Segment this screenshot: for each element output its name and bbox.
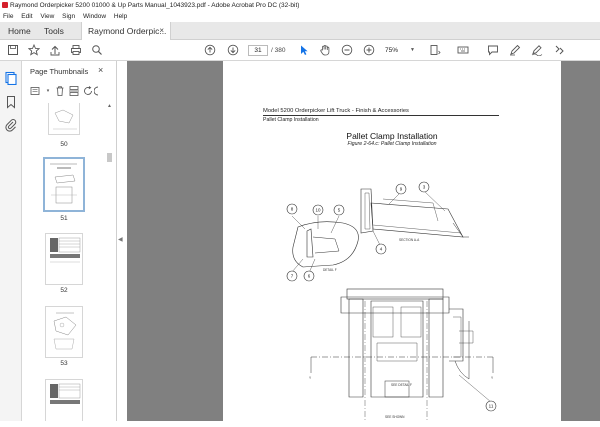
scrollbar-thumb[interactable] bbox=[107, 153, 112, 162]
drawing-label-see-shown: SEE SHOWN bbox=[385, 415, 405, 419]
scroll-up-arrow-icon[interactable]: ▲ bbox=[107, 103, 112, 109]
page-thumbnail-53[interactable] bbox=[45, 306, 83, 358]
attachments-paperclip-icon[interactable] bbox=[4, 118, 18, 132]
upload-icon[interactable] bbox=[48, 43, 62, 57]
zoom-level-select[interactable]: 75% ▼ bbox=[385, 45, 415, 56]
menu-bar: File Edit View Sign Window Help bbox=[0, 11, 600, 22]
highlight-pen-icon[interactable] bbox=[508, 43, 522, 57]
keyboard-icon[interactable] bbox=[456, 43, 470, 57]
hand-tool-icon[interactable] bbox=[318, 43, 332, 57]
page-number-label: 52 bbox=[60, 287, 68, 294]
zoom-in-icon[interactable] bbox=[362, 43, 376, 57]
menu-edit[interactable]: Edit bbox=[21, 13, 32, 20]
callout-11: 11 bbox=[489, 404, 494, 409]
tab-bar: Home Tools Raymond Orderpic... × bbox=[0, 22, 600, 40]
more-tools-icon[interactable] bbox=[552, 43, 566, 57]
save-icon[interactable] bbox=[6, 43, 20, 57]
tab-tools[interactable]: Tools bbox=[44, 22, 64, 40]
sign-icon[interactable] bbox=[530, 43, 544, 57]
axis-marker-left: Y bbox=[309, 376, 312, 380]
zoom-out-icon[interactable] bbox=[340, 43, 354, 57]
pdf-page: Model 5200 Orderpicker Lift Truck - Fini… bbox=[223, 61, 561, 421]
tab-close-icon[interactable]: × bbox=[159, 22, 164, 40]
page-number-input[interactable]: 31 bbox=[248, 45, 268, 56]
search-icon[interactable] bbox=[90, 43, 104, 57]
panel-toolbar: ▾ bbox=[30, 85, 114, 99]
fit-page-icon[interactable] bbox=[428, 43, 442, 57]
menu-sign[interactable]: Sign bbox=[62, 13, 75, 20]
bookmark-star-icon[interactable] bbox=[27, 43, 41, 57]
page-number-label: 53 bbox=[60, 360, 68, 367]
rotate-more-icon[interactable] bbox=[93, 85, 100, 97]
drawing-label-see-detail: SEE DETAIL F bbox=[391, 383, 412, 387]
window-title: Raymond Orderpicker 5200 01000 & Up Part… bbox=[10, 2, 300, 9]
pallet-clamp-drawing: 8 10 5 9 3 4 7 6 11 DETAIL F SECTION A-A… bbox=[286, 181, 497, 421]
bookmarks-icon[interactable] bbox=[4, 95, 18, 109]
comment-icon[interactable] bbox=[486, 43, 500, 57]
panel-title: Page Thumbnails bbox=[30, 67, 89, 76]
page-down-icon[interactable] bbox=[226, 43, 240, 57]
page-number-label: 50 bbox=[60, 141, 68, 148]
delete-trash-icon[interactable] bbox=[54, 85, 66, 97]
rotate-page-icon[interactable] bbox=[82, 85, 94, 97]
print-icon[interactable] bbox=[69, 43, 83, 57]
drawing-label-section: SECTION A-A bbox=[399, 238, 420, 242]
tab-document-label: Raymond Orderpic... bbox=[88, 26, 167, 36]
options-menu-icon[interactable] bbox=[30, 85, 42, 97]
acrobat-app-icon bbox=[2, 2, 8, 8]
tab-home[interactable]: Home bbox=[8, 22, 31, 40]
drawing-label-detail: DETAIL F bbox=[323, 268, 337, 272]
select-arrow-icon[interactable] bbox=[297, 43, 311, 57]
thumbnails-scrollbar[interactable]: ▲ bbox=[106, 103, 114, 421]
panel-close-icon[interactable]: × bbox=[98, 65, 103, 75]
left-nav-rail bbox=[0, 61, 22, 421]
menu-window[interactable]: Window bbox=[83, 13, 106, 20]
page-number-label: 51 bbox=[60, 215, 68, 222]
document-viewer[interactable]: Model 5200 Orderpicker Lift Truck - Fini… bbox=[127, 61, 600, 421]
axis-marker-right: Y bbox=[491, 376, 494, 380]
menu-help[interactable]: Help bbox=[114, 13, 127, 20]
menu-view[interactable]: View bbox=[40, 13, 54, 20]
insert-page-icon[interactable] bbox=[68, 85, 80, 97]
page-thumbnail-54[interactable] bbox=[45, 379, 83, 421]
page-thumbnail-52[interactable] bbox=[45, 233, 83, 285]
chevron-down-icon: ▼ bbox=[410, 47, 415, 53]
callout-10: 10 bbox=[315, 208, 321, 213]
window-titlebar: Raymond Orderpicker 5200 01000 & Up Part… bbox=[0, 0, 600, 11]
chevron-down-icon[interactable]: ▾ bbox=[42, 85, 54, 97]
page-up-icon[interactable] bbox=[203, 43, 217, 57]
page-thumbnails-panel: Page Thumbnails × ▾ 50 51 52 53 ▲ bbox=[22, 61, 117, 421]
menu-file[interactable]: File bbox=[3, 13, 13, 20]
tab-document[interactable]: Raymond Orderpic... × bbox=[81, 22, 171, 40]
collapse-panel-arrow-icon[interactable]: ◀ bbox=[118, 236, 123, 243]
toolbar: 31 / 380 75% ▼ bbox=[0, 40, 600, 61]
page-thumbnail-50[interactable] bbox=[48, 103, 80, 135]
zoom-level-value: 75% bbox=[385, 47, 399, 54]
page-thumbnails-icon[interactable] bbox=[4, 71, 18, 86]
page-total-label: / 380 bbox=[271, 47, 286, 54]
page-thumbnail-51[interactable] bbox=[43, 157, 85, 212]
